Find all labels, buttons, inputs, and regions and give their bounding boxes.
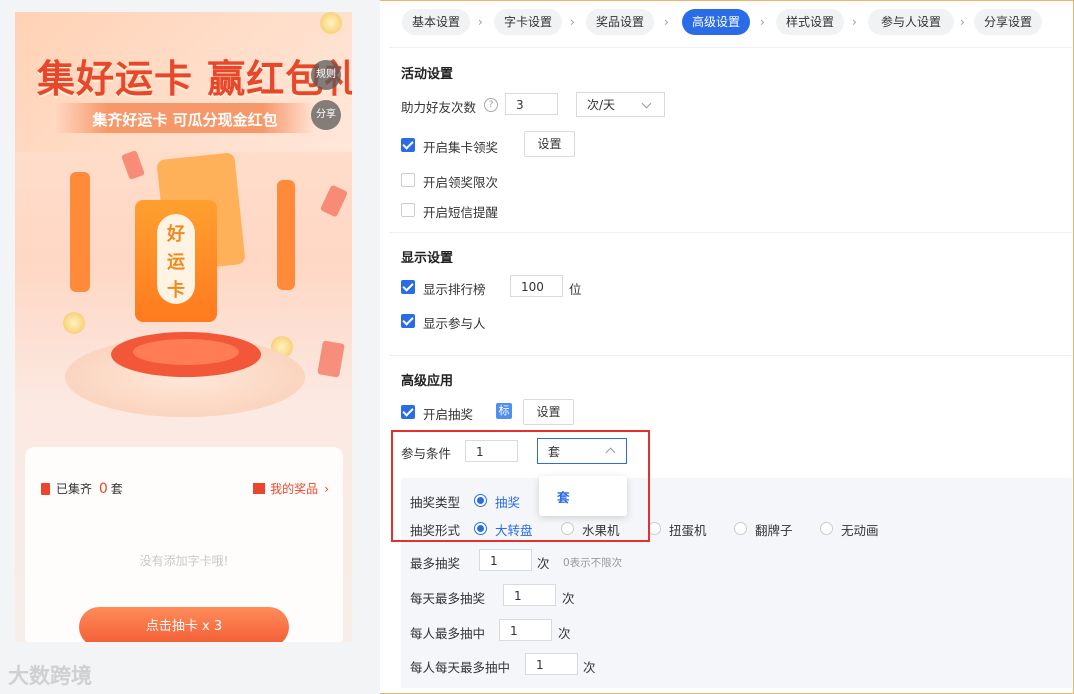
side-card-decor <box>70 172 90 292</box>
side-card-decor <box>277 180 295 290</box>
card-char: 卡 <box>167 280 185 301</box>
rules-button[interactable]: 规则 <box>311 60 341 90</box>
gift-icon <box>253 483 266 494</box>
max-draw-hint: 0表示不限次 <box>563 557 623 569</box>
card-char: 运 <box>167 252 185 273</box>
mobile-preview: 集好运卡 赢红包礼 集齐好运卡 可瓜分现金红包 规则 分享 好 运 卡 已集齐 … <box>15 12 352 642</box>
collect-reward-checkbox[interactable] <box>401 138 415 152</box>
tag-badge: 标 <box>496 403 512 419</box>
ranking-unit: 位 <box>569 282 582 297</box>
divider <box>389 355 1072 356</box>
red-envelope-decor <box>317 340 345 378</box>
step-participants[interactable]: 参与人设置 <box>868 9 954 35</box>
person-daily-max-win-input[interactable]: 1 <box>525 653 578 675</box>
step-separator-icon: › <box>852 15 857 29</box>
my-prizes-link[interactable]: 我的奖品 › <box>253 480 329 497</box>
step-separator-icon: › <box>664 15 669 29</box>
form-option-none[interactable]: 无动画 <box>841 520 879 539</box>
daily-max-draw-input[interactable]: 1 <box>503 584 556 606</box>
display-settings-title: 显示设置 <box>401 251 454 266</box>
step-basic[interactable]: 基本设置 <box>402 9 470 35</box>
help-count-label: 助力好友次数 <box>401 100 477 115</box>
reward-limit-label: 开启领奖限次 <box>423 175 499 190</box>
stage-ring-inner <box>133 339 239 365</box>
step-share[interactable]: 分享设置 <box>974 9 1042 35</box>
collect-reward-label: 开启集卡领奖 <box>423 140 499 155</box>
preview-title: 集好运卡 赢红包礼 <box>37 57 352 101</box>
ranking-checkbox[interactable] <box>401 280 415 294</box>
ranking-label: 显示排行榜 <box>423 282 486 297</box>
help-count-unit-select[interactable]: 次/天 <box>576 92 665 117</box>
collect-reward-settings-button[interactable]: 设置 <box>524 131 575 157</box>
person-max-win-label: 每人最多抽中 <box>410 626 486 641</box>
sms-reminder-checkbox[interactable] <box>401 203 415 217</box>
highlight-box <box>391 430 650 542</box>
sms-reminder-label: 开启短信提醒 <box>423 205 499 220</box>
divider <box>389 47 1072 48</box>
form-option-gacha[interactable]: 扭蛋机 <box>669 520 707 539</box>
person-daily-max-win-label: 每人每天最多抽中 <box>410 660 511 675</box>
help-count-unit-value: 次/天 <box>587 98 616 112</box>
step-separator-icon: › <box>570 15 575 29</box>
lucky-card-label: 好 运 卡 <box>157 214 195 304</box>
red-envelope-decor <box>121 150 145 180</box>
step-card[interactable]: 字卡设置 <box>494 9 562 35</box>
activity-settings-title: 活动设置 <box>401 67 454 82</box>
preview-area: 集好运卡 赢红包礼 集齐好运卡 可瓜分现金红包 规则 分享 好 运 卡 已集齐 … <box>0 0 380 694</box>
daily-max-draw-label: 每天最多抽奖 <box>410 591 486 606</box>
step-separator-icon: › <box>478 15 483 29</box>
help-count-input[interactable]: 3 <box>505 93 558 115</box>
divider <box>389 232 1072 233</box>
chevron-down-icon <box>641 98 652 109</box>
coin-decor <box>63 312 85 334</box>
max-draw-unit: 次 <box>537 556 550 571</box>
my-prizes-label: 我的奖品 <box>270 482 319 496</box>
daily-max-draw-unit: 次 <box>562 591 575 606</box>
card-icon <box>41 483 50 495</box>
person-daily-max-win-unit: 次 <box>583 660 596 675</box>
ranking-count-input[interactable]: 100 <box>510 275 563 297</box>
share-button[interactable]: 分享 <box>311 100 341 130</box>
lottery-settings-button[interactable]: 设置 <box>523 399 574 425</box>
form-option-flip[interactable]: 翻牌子 <box>755 520 793 539</box>
participants-checkbox[interactable] <box>401 314 415 328</box>
lottery-checkbox[interactable] <box>401 405 415 419</box>
form-radio-flip[interactable] <box>734 522 747 535</box>
step-separator-icon: › <box>760 15 765 29</box>
lottery-label: 开启抽奖 <box>423 407 474 422</box>
max-draw-label: 最多抽奖 <box>410 556 461 571</box>
form-radio-none[interactable] <box>820 522 833 535</box>
red-envelope-decor <box>319 184 349 218</box>
chevron-right-icon: › <box>324 482 329 496</box>
max-draw-input[interactable]: 1 <box>479 549 532 571</box>
reward-limit-checkbox[interactable] <box>401 173 415 187</box>
draw-card-button[interactable]: 点击抽卡 x 3 <box>79 607 289 642</box>
lucky-card: 好 运 卡 <box>135 200 217 322</box>
step-separator-icon: › <box>960 15 965 29</box>
help-icon[interactable]: ? <box>484 98 498 112</box>
advanced-app-title: 高级应用 <box>401 374 454 389</box>
step-advanced[interactable]: 高级设置 <box>682 9 750 35</box>
step-style[interactable]: 样式设置 <box>776 9 844 35</box>
preview-subtitle: 集齐好运卡 可瓜分现金红包 <box>92 111 278 129</box>
collected-label: 已集齐 <box>56 482 93 496</box>
collected-status: 已集齐 0套 <box>41 480 123 497</box>
coin-decor <box>320 12 342 34</box>
collected-unit: 套 <box>110 482 123 496</box>
empty-cards-text: 没有添加字卡哦! <box>139 554 229 568</box>
collected-count: 0 <box>98 481 108 497</box>
participants-label: 显示参与人 <box>423 316 486 331</box>
person-max-win-unit: 次 <box>558 626 571 641</box>
card-char: 好 <box>167 224 185 245</box>
person-max-win-input[interactable]: 1 <box>499 619 552 641</box>
watermark-logo: 大数跨境 <box>8 664 92 688</box>
step-prize[interactable]: 奖品设置 <box>586 9 654 35</box>
